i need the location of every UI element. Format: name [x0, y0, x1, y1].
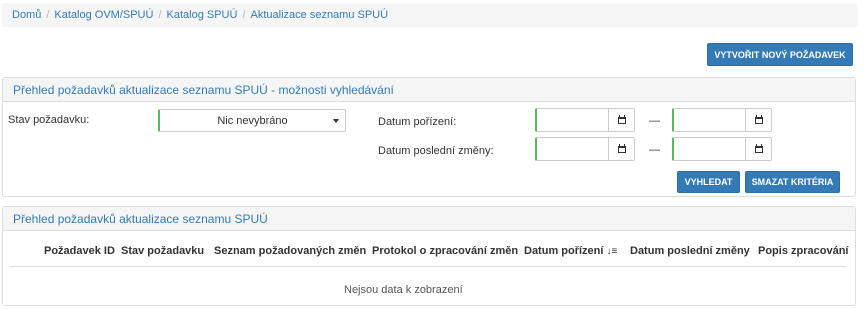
- date-changed-label: Datum poslední změny:: [378, 145, 494, 157]
- status-select-value: Nic nevybráno: [217, 114, 288, 127]
- date-range-dash: —: [649, 144, 660, 156]
- search-button[interactable]: VYHLEDAT: [677, 171, 740, 193]
- column-header-protocol[interactable]: Protokol o zpracování změn: [372, 245, 518, 257]
- date-changed-from-calendar-button[interactable]: [609, 137, 635, 161]
- date-range-dash: —: [649, 115, 660, 127]
- column-header-date-acquired[interactable]: Datum pořízení ↓≡: [524, 245, 617, 257]
- breadcrumb-separator: /: [242, 9, 246, 21]
- date-changed-from-input[interactable]: [535, 137, 609, 161]
- date-acquired-to-calendar-button[interactable]: [746, 108, 772, 132]
- breadcrumb-catalog-ovm[interactable]: Katalog OVM/SPUÚ: [54, 9, 153, 21]
- date-acquired-label: Datum pořízení:: [378, 116, 457, 128]
- status-label: Stav požadavku:: [8, 114, 90, 126]
- chevron-down-icon: [333, 119, 339, 123]
- calendar-icon: [617, 143, 626, 153]
- breadcrumb-separator: /: [158, 9, 162, 21]
- breadcrumb: Domů / Katalog OVM/SPUÚ / Katalog SPUÚ /…: [2, 3, 858, 27]
- calendar-icon: [754, 114, 763, 124]
- date-changed-to: [672, 137, 772, 161]
- new-request-button[interactable]: VYTVOŘIT NOVÝ POŽADAVEK: [707, 43, 853, 66]
- calendar-icon: [617, 114, 626, 124]
- sort-desc-icon: ↓≡: [606, 246, 618, 257]
- date-changed-from: [535, 137, 635, 161]
- date-acquired-from: [535, 108, 635, 132]
- date-changed-to-input[interactable]: [672, 137, 746, 161]
- column-header-description[interactable]: Popis zpracování: [758, 245, 848, 257]
- status-select[interactable]: Nic nevybráno: [158, 109, 346, 132]
- column-header-request-id[interactable]: Požadavek ID: [44, 245, 115, 257]
- date-changed-to-calendar-button[interactable]: [746, 137, 772, 161]
- breadcrumb-separator: /: [46, 9, 50, 21]
- date-acquired-from-input[interactable]: [535, 108, 609, 132]
- date-acquired-to: [672, 108, 772, 132]
- search-panel-title: Přehled požadavků aktualizace seznamu SP…: [3, 78, 855, 102]
- breadcrumb-current[interactable]: Aktualizace seznamu SPUÚ: [251, 9, 389, 21]
- column-header-changes-list[interactable]: Seznam požadovaných změn: [214, 245, 366, 257]
- column-header-date-acquired-label: Datum pořízení: [524, 245, 604, 257]
- column-header-status[interactable]: Stav požadavku: [121, 245, 204, 257]
- calendar-icon: [754, 143, 763, 153]
- date-acquired-to-input[interactable]: [672, 108, 746, 132]
- breadcrumb-catalog-spuu[interactable]: Katalog SPUÚ: [167, 9, 238, 21]
- empty-table-message: Nejsou data k zobrazení: [344, 284, 463, 296]
- date-acquired-from-calendar-button[interactable]: [609, 108, 635, 132]
- column-header-date-changed[interactable]: Datum poslední změny: [630, 245, 750, 257]
- breadcrumb-home[interactable]: Domů: [12, 9, 41, 21]
- table-header-divider: [10, 266, 846, 267]
- clear-criteria-button[interactable]: SMAZAT KRITÉRIA: [745, 171, 840, 193]
- results-panel-title: Přehled požadavků aktualizace seznamu SP…: [3, 207, 855, 231]
